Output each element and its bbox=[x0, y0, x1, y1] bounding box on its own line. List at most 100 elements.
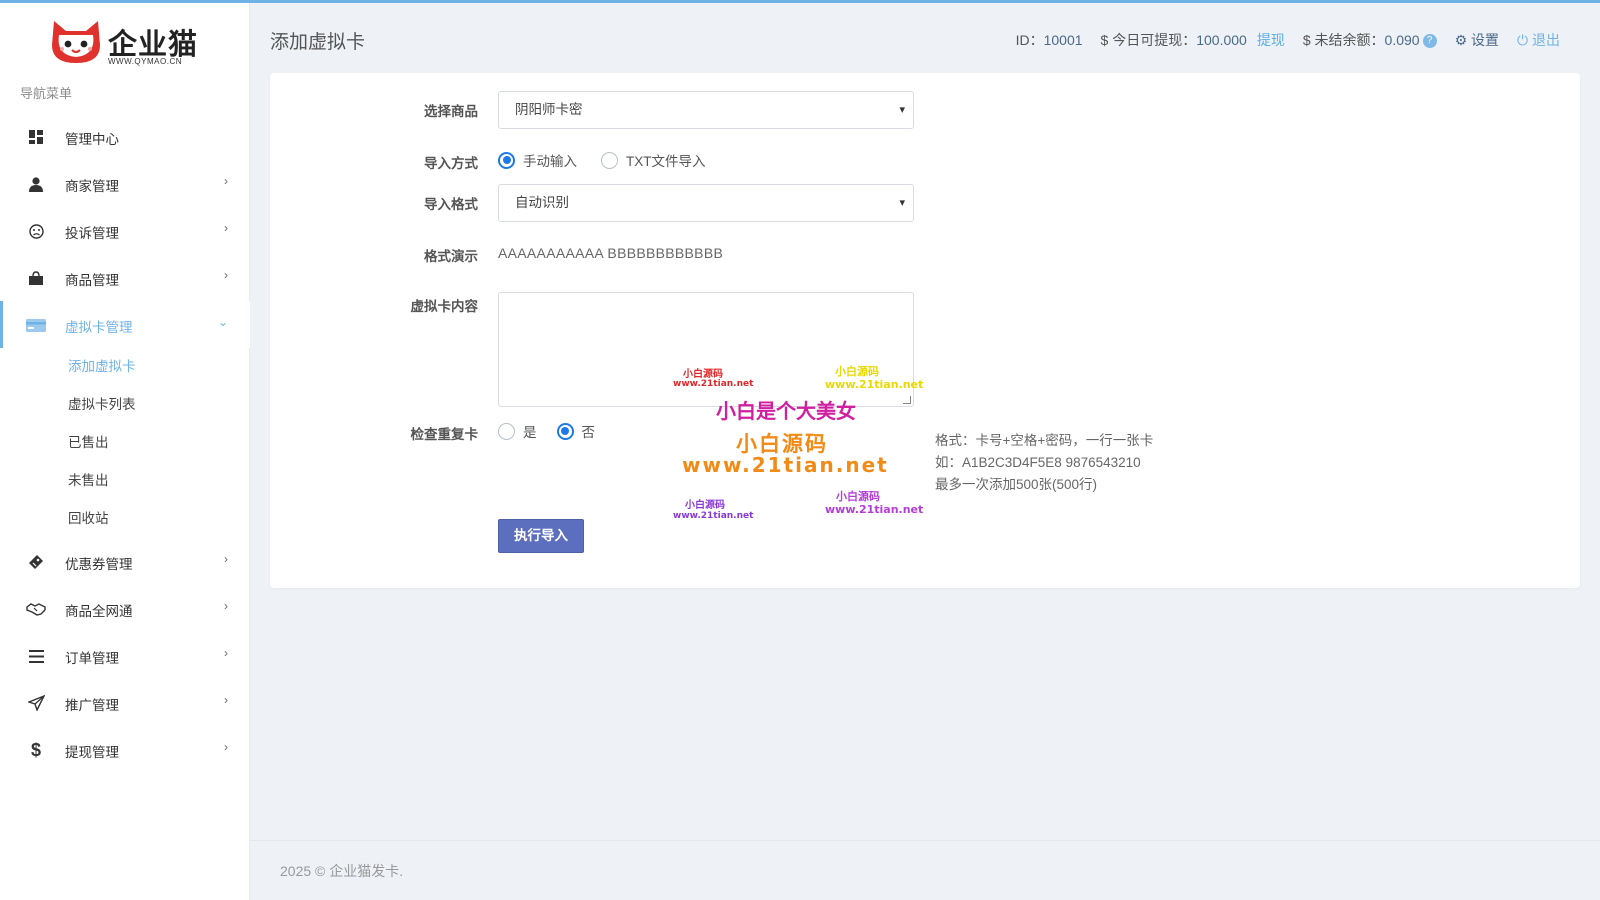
chevron-right-icon: › bbox=[224, 268, 228, 282]
sidebar: 企业猫 WWW.QYMAO.CN 导航菜单 管理中心 商家管理 › 投诉管理 › bbox=[0, 3, 250, 900]
watermark-big-url: www.21tian.net bbox=[682, 453, 889, 477]
power-icon: ⏻ bbox=[1517, 32, 1529, 48]
hint-line: 如：A1B2C3D4F5E8 9876543210 bbox=[935, 455, 1141, 470]
sidebar-item-label: 商品管理 bbox=[65, 273, 119, 288]
settings-label: 设置 bbox=[1471, 32, 1500, 48]
format-demo-value: AAAAAAAAAAA BBBBBBBBBBBB bbox=[498, 245, 724, 261]
check-duplicate-no-label[interactable]: 否 bbox=[582, 421, 596, 441]
import-method-group: 手动输入 TXT文件导入 bbox=[498, 150, 706, 170]
sidebar-item-label: 管理中心 bbox=[65, 132, 119, 147]
withdrawable-label: $ 今日可提现： bbox=[1100, 32, 1197, 48]
sidebar-item-label: 优惠券管理 bbox=[65, 557, 133, 572]
footer: 2025 © 企业猫发卡. bbox=[280, 863, 404, 879]
watermark-text: 小白源码 bbox=[683, 369, 723, 380]
unsettled-balance: $ 未结余额：0.090? bbox=[1303, 30, 1437, 50]
submenu-unsold[interactable]: 未售出 bbox=[0, 462, 250, 500]
logout-label: 退出 bbox=[1532, 32, 1560, 48]
check-duplicate-no-radio[interactable] bbox=[556, 422, 574, 440]
top-header: 添加虚拟卡 ID：10001 $ 今日可提现：100.000 提现 $ 未结余额：… bbox=[250, 3, 1600, 69]
dollar-icon: $ bbox=[30, 739, 41, 760]
sidebar-item-label: 推广管理 bbox=[65, 698, 119, 713]
nav-caption: 导航菜单 bbox=[20, 86, 73, 101]
unsettled-value: 0.090 bbox=[1384, 32, 1420, 48]
credit-card-icon bbox=[26, 315, 46, 335]
virtual-card-submenu: 添加虚拟卡 虚拟卡列表 已售出 未售出 回收站 bbox=[0, 348, 250, 538]
sidebar-item-coupons[interactable]: 优惠券管理 › bbox=[0, 538, 250, 585]
sidebar-item-dashboard[interactable]: 管理中心 bbox=[0, 113, 250, 160]
watermark-text: www.21tian.net bbox=[673, 511, 754, 521]
dashboard-icon bbox=[26, 127, 46, 147]
help-icon[interactable]: ? bbox=[1422, 34, 1437, 49]
check-duplicate-yes-radio[interactable] bbox=[498, 422, 515, 440]
withdraw-link[interactable]: 提现 bbox=[1257, 32, 1285, 48]
submenu-add-virtual-card[interactable]: 添加虚拟卡 bbox=[0, 348, 250, 386]
format-hint: 格式：卡号+空格+密码，一行一张卡 如：A1B2C3D4F5E8 9876543… bbox=[935, 430, 1153, 496]
submenu-virtual-card-list[interactable]: 虚拟卡列表 bbox=[0, 386, 250, 424]
watermark-text: www.21tian.net bbox=[673, 379, 754, 389]
chevron-right-icon: › bbox=[224, 599, 228, 613]
paper-plane-icon bbox=[26, 693, 46, 713]
product-select[interactable]: 阴阳师卡密 ▾ bbox=[498, 91, 914, 129]
watermark-text: 小白源码 bbox=[685, 500, 725, 511]
import-method-manual-label[interactable]: 手动输入 bbox=[523, 150, 577, 170]
user-id-value: 10001 bbox=[1043, 32, 1083, 48]
product-select-value: 阴阳师卡密 bbox=[515, 102, 583, 117]
check-duplicate-group: 是 否 bbox=[498, 421, 595, 441]
execute-import-button[interactable]: 执行导入 bbox=[498, 519, 584, 553]
watermark-text: www.21tian.net bbox=[825, 503, 924, 516]
hint-line: 最多一次添加500张(500行) bbox=[935, 477, 1098, 492]
chevron-right-icon: › bbox=[224, 646, 228, 660]
user-id: ID：10001 bbox=[1016, 30, 1083, 50]
chevron-down-icon: ▾ bbox=[899, 104, 905, 116]
import-method-txt-radio[interactable] bbox=[601, 151, 618, 169]
chevron-right-icon: › bbox=[224, 740, 228, 754]
account-summary: ID：10001 $ 今日可提现：100.000 提现 $ 未结余额：0.090?… bbox=[998, 30, 1560, 50]
product-label: 选择商品 bbox=[424, 104, 478, 119]
submenu-sold[interactable]: 已售出 bbox=[0, 424, 250, 462]
sidebar-item-products[interactable]: 商品管理 › bbox=[0, 254, 250, 301]
sidebar-item-virtual-cards[interactable]: 虚拟卡管理 ⌄ bbox=[0, 301, 250, 348]
sidebar-item-merchants[interactable]: 商家管理 › bbox=[0, 160, 250, 207]
watermark-text: www.21tian.net bbox=[825, 378, 924, 391]
gear-icon: ⚙ bbox=[1454, 32, 1468, 48]
settings-link[interactable]: ⚙ 设置 bbox=[1455, 30, 1499, 50]
chevron-right-icon: › bbox=[224, 221, 228, 235]
import-format-value: 自动识别 bbox=[515, 195, 569, 210]
watermark-text: 小白源码 bbox=[835, 365, 879, 378]
import-format-label: 导入格式 bbox=[424, 197, 478, 212]
sidebar-item-promotion[interactable]: 推广管理 › bbox=[0, 679, 250, 726]
sidebar-item-label: 投诉管理 bbox=[65, 226, 119, 241]
chevron-right-icon: › bbox=[224, 693, 228, 707]
import-format-select[interactable]: 自动识别 ▾ bbox=[498, 184, 914, 222]
format-demo-label: 格式演示 bbox=[424, 249, 478, 264]
logout-link[interactable]: ⏻ 退出 bbox=[1517, 30, 1560, 50]
brand-logo[interactable]: 企业猫 WWW.QYMAO.CN bbox=[50, 19, 200, 69]
sidebar-item-label: 虚拟卡管理 bbox=[65, 320, 133, 335]
card-content-label: 虚拟卡内容 bbox=[410, 299, 479, 314]
resize-handle-icon[interactable] bbox=[903, 396, 911, 404]
shopping-bag-icon bbox=[26, 268, 46, 288]
sidebar-item-network[interactable]: 商品全网通 › bbox=[0, 585, 250, 632]
sidebar-item-withdrawals[interactable]: $ 提现管理 › bbox=[0, 726, 250, 773]
watermark-text: 小白源码 bbox=[836, 490, 880, 503]
chevron-right-icon: › bbox=[224, 552, 228, 566]
hint-line: 格式：卡号+空格+密码，一行一张卡 bbox=[935, 433, 1154, 448]
watermark-tagline: 小白是个大美女 bbox=[716, 399, 856, 423]
submenu-recycle-bin[interactable]: 回收站 bbox=[0, 500, 250, 538]
import-method-label: 导入方式 bbox=[424, 156, 478, 171]
brand-url: WWW.QYMAO.CN bbox=[108, 57, 182, 66]
import-method-txt-label[interactable]: TXT文件导入 bbox=[626, 150, 706, 170]
sidebar-nav: 管理中心 商家管理 › 投诉管理 › 商品管理 › 虚拟卡管理 ⌄ 添加虚拟卡 … bbox=[0, 113, 250, 773]
sidebar-item-label: 商家管理 bbox=[65, 179, 119, 194]
import-method-manual-radio[interactable] bbox=[498, 151, 515, 169]
check-duplicate-yes-label[interactable]: 是 bbox=[523, 421, 537, 441]
chevron-down-icon: ⌄ bbox=[217, 315, 228, 329]
sidebar-item-orders[interactable]: 订单管理 › bbox=[0, 632, 250, 679]
sidebar-item-complaints[interactable]: 投诉管理 › bbox=[0, 207, 250, 254]
user-id-label: ID： bbox=[1015, 32, 1044, 48]
handshake-icon bbox=[26, 599, 46, 619]
list-icon bbox=[26, 646, 46, 666]
cat-logo-icon bbox=[52, 21, 100, 63]
user-icon bbox=[26, 174, 46, 194]
check-duplicate-label: 检查重复卡 bbox=[410, 427, 479, 442]
